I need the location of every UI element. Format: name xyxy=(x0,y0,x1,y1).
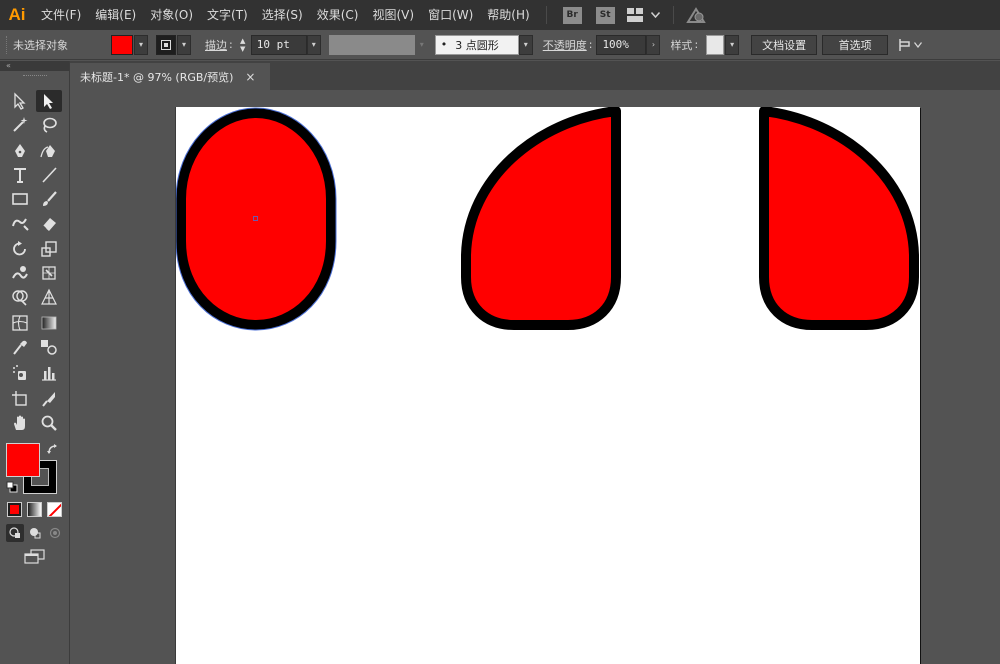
shaper-tool[interactable] xyxy=(7,212,33,234)
mesh-tool[interactable] xyxy=(7,312,33,334)
tools-panel-grip[interactable] xyxy=(22,75,47,78)
line-segment-tool[interactable] xyxy=(36,164,62,186)
align-options-icon[interactable] xyxy=(896,35,924,55)
brush-definition[interactable]: • 3 点圆形 xyxy=(434,34,519,55)
control-bar-grip[interactable] xyxy=(6,35,9,54)
graphic-style-dropdown[interactable]: ▾ xyxy=(725,34,740,55)
hand-tool[interactable] xyxy=(7,412,33,434)
default-fill-stroke-icon[interactable] xyxy=(6,481,18,493)
menu-select[interactable]: 选择(S) xyxy=(255,0,310,30)
stroke-weight-dropdown[interactable]: ▾ xyxy=(306,34,321,55)
stroke-label-colon: : xyxy=(229,38,233,51)
tools-panel-header[interactable]: « xyxy=(0,61,69,71)
menu-view[interactable]: 视图(V) xyxy=(365,0,421,30)
artboard[interactable] xyxy=(176,107,920,664)
rectangle-tool[interactable] xyxy=(7,188,33,210)
slice-tool[interactable] xyxy=(36,388,62,410)
eyedropper-tool[interactable] xyxy=(7,336,33,358)
preferences-button[interactable]: 首选项 xyxy=(822,34,889,55)
menu-type[interactable]: 文字(T) xyxy=(200,0,255,30)
warp-tool[interactable] xyxy=(7,262,33,284)
opacity-expand[interactable]: › xyxy=(646,34,661,55)
arrange-documents-icon[interactable] xyxy=(625,5,645,25)
paintbrush-tool[interactable] xyxy=(36,188,62,210)
menu-edit[interactable]: 编辑(E) xyxy=(88,0,143,30)
menu-bar: Ai 文件(F) 编辑(E) 对象(O) 文字(T) 选择(S) 效果(C) 视… xyxy=(0,0,1000,30)
draw-inside-icon[interactable] xyxy=(46,524,64,542)
eraser-tool[interactable] xyxy=(36,212,62,234)
curvature-tool[interactable] xyxy=(36,140,62,162)
opacity-label-colon: : xyxy=(588,38,593,51)
selection-tool[interactable] xyxy=(36,90,62,112)
direct-selection-tool[interactable] xyxy=(7,90,33,112)
opacity-input[interactable]: 100% xyxy=(596,34,647,55)
shape-builder-tool[interactable] xyxy=(7,286,33,308)
pill-shape[interactable] xyxy=(176,108,336,330)
gradient-tool[interactable] xyxy=(36,312,62,334)
none-mode-button[interactable] xyxy=(47,502,62,517)
app-logo: Ai xyxy=(8,5,26,24)
stroke-dropdown[interactable]: ▾ xyxy=(177,34,191,55)
blend-tool[interactable] xyxy=(36,336,62,358)
scale-tool[interactable] xyxy=(36,238,62,260)
menu-help[interactable]: 帮助(H) xyxy=(480,0,536,30)
type-tool[interactable] xyxy=(7,164,33,186)
pen-tool[interactable] xyxy=(7,140,33,162)
bridge-button[interactable]: Br xyxy=(562,6,582,24)
rotate-tool[interactable] xyxy=(7,238,33,260)
magic-wand-tool[interactable] xyxy=(7,114,33,136)
artboard-tool[interactable] xyxy=(7,388,33,410)
document-tab[interactable]: 未标题-1* @ 97% (RGB/预览) × xyxy=(70,63,270,90)
variable-width-dropdown[interactable]: ▾ xyxy=(414,34,429,55)
canvas-area[interactable] xyxy=(70,90,1000,664)
style-label: 样式 xyxy=(670,38,693,52)
gpu-performance-icon[interactable] xyxy=(685,5,706,25)
document-tab-bar: 未标题-1* @ 97% (RGB/预览) × xyxy=(70,61,1000,90)
color-mode-button[interactable] xyxy=(7,502,22,517)
variable-width-profile[interactable] xyxy=(328,34,415,55)
artwork-layer xyxy=(176,107,919,331)
stock-button[interactable]: St xyxy=(595,6,615,24)
zoom-tool[interactable] xyxy=(36,412,62,434)
menu-separator xyxy=(672,6,674,24)
chevron-down-icon[interactable] xyxy=(651,5,661,25)
brush-profile-label: 3 点圆形 xyxy=(455,38,499,52)
fill-dropdown[interactable]: ▾ xyxy=(134,34,148,55)
swap-fill-stroke-icon[interactable] xyxy=(46,443,60,457)
style-label-colon: : xyxy=(694,38,699,51)
collapse-panel-icon[interactable]: « xyxy=(6,61,11,70)
gradient-mode-button[interactable] xyxy=(27,502,42,517)
close-tab-icon[interactable]: × xyxy=(245,70,255,84)
selection-status: 未选择对象 xyxy=(13,38,68,52)
lasso-tool[interactable] xyxy=(36,114,62,136)
brush-dropdown[interactable]: ▾ xyxy=(518,34,533,55)
graphic-style-swatch[interactable] xyxy=(706,34,725,55)
control-bar: 未选择对象 ▾ ▾ 描边 : ▲ ▼ 10 pt ▾ ▾ • 3 点圆形 ▾ 不透… xyxy=(0,30,1000,60)
menu-effect[interactable]: 效果(C) xyxy=(310,0,366,30)
menu-separator xyxy=(545,6,547,24)
menu-file[interactable]: 文件(F) xyxy=(34,0,88,30)
free-transform-tool[interactable] xyxy=(36,262,62,284)
column-graph-tool[interactable] xyxy=(36,362,62,384)
draw-behind-icon[interactable] xyxy=(26,524,44,542)
fill-color-box[interactable] xyxy=(6,443,40,477)
tools-panel: « xyxy=(0,61,70,664)
symbol-sprayer-tool[interactable] xyxy=(7,362,33,384)
document-tab-title: 未标题-1* @ 97% (RGB/预览) xyxy=(80,70,234,84)
stroke-weight-stepper[interactable]: ▲ ▼ xyxy=(237,35,249,55)
fill-swatch[interactable] xyxy=(111,34,133,55)
opacity-label[interactable]: 不透明度 xyxy=(543,37,587,53)
stroke-swatch[interactable] xyxy=(156,34,176,55)
stroke-label[interactable]: 描边 xyxy=(205,37,227,53)
menu-object[interactable]: 对象(O) xyxy=(143,0,200,30)
left-drop-shape[interactable] xyxy=(461,107,621,330)
brush-dot: • xyxy=(440,38,448,51)
document-setup-button[interactable]: 文档设置 xyxy=(751,34,818,55)
right-drop-shape[interactable] xyxy=(759,107,919,330)
perspective-grid-tool[interactable] xyxy=(36,286,62,308)
draw-normal-icon[interactable] xyxy=(6,524,24,542)
change-screen-mode-icon[interactable] xyxy=(24,549,46,565)
menu-window[interactable]: 窗口(W) xyxy=(421,0,480,30)
stroke-weight-input[interactable]: 10 pt xyxy=(250,34,307,55)
